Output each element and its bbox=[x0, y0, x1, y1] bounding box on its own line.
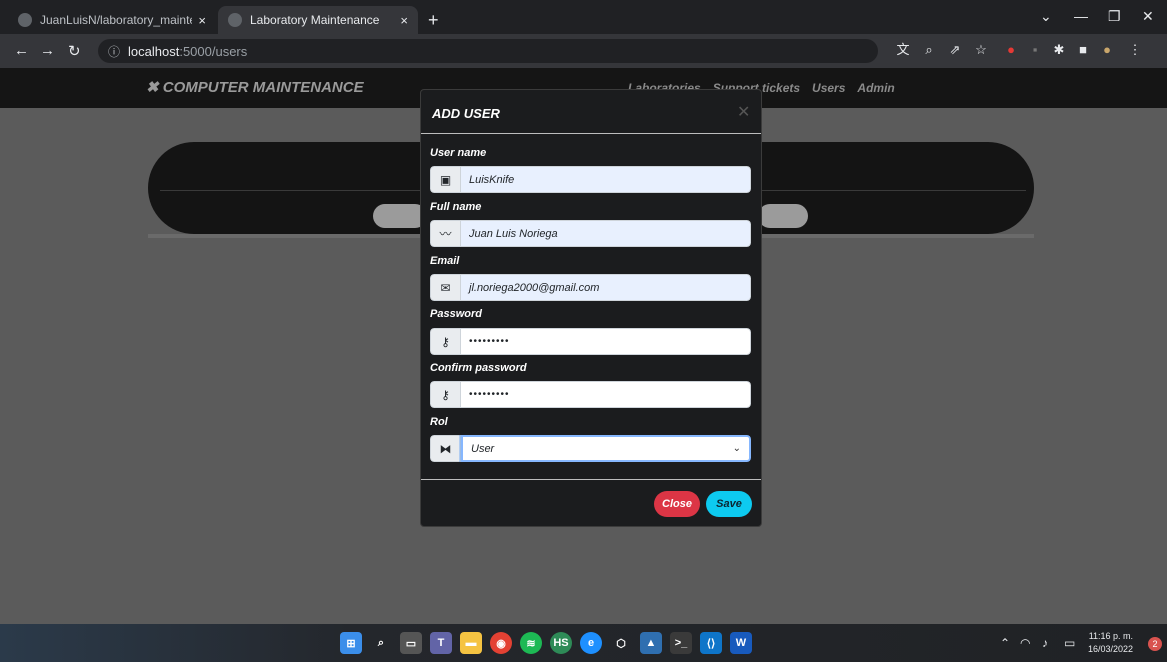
add-user-modal: ADD USER ✕ User name ▣ LuisKnife Full na… bbox=[420, 89, 762, 527]
minimize-icon[interactable]: — bbox=[1074, 8, 1088, 24]
new-tab-button[interactable]: + bbox=[428, 10, 439, 31]
fullname-label: Full name bbox=[430, 201, 482, 213]
close-icon[interactable]: ✕ bbox=[737, 102, 750, 122]
chevron-down-icon: ⌄ bbox=[732, 443, 741, 454]
hs-app-icon[interactable]: HS bbox=[550, 632, 572, 654]
chrome-icon[interactable]: ◉ bbox=[490, 632, 512, 654]
back-icon[interactable]: ← bbox=[14, 42, 29, 59]
reload-icon[interactable]: ↻ bbox=[68, 42, 81, 60]
terminal-icon[interactable]: >_ bbox=[670, 632, 692, 654]
brand-logo[interactable]: ✖ COMPUTER MAINTENANCE bbox=[146, 78, 364, 96]
restore-icon[interactable]: ❐ bbox=[1108, 8, 1121, 25]
username-group: ▣ LuisKnife bbox=[430, 166, 751, 193]
globe-favicon-icon bbox=[228, 13, 242, 27]
fullname-group: 〰 Juan Luis Noriega bbox=[430, 220, 751, 247]
close-button[interactable]: Close bbox=[654, 491, 700, 517]
edge-icon[interactable]: e bbox=[580, 632, 602, 654]
translate-icon[interactable]: 文 bbox=[896, 43, 910, 57]
word-icon[interactable]: W bbox=[730, 632, 752, 654]
username-input[interactable]: LuisKnife bbox=[461, 166, 751, 193]
modal-footer-divider bbox=[421, 479, 761, 480]
sitemap-icon: ⧓ bbox=[430, 435, 461, 462]
spotify-icon[interactable]: ≋ bbox=[520, 632, 542, 654]
vscode-icon[interactable]: ⟨⟩ bbox=[700, 632, 722, 654]
file-explorer-icon[interactable]: ▬ bbox=[460, 632, 482, 654]
password-label: Password bbox=[430, 308, 482, 320]
tab-github[interactable]: JuanLuisN/laboratory_maintenan × bbox=[8, 6, 216, 34]
battery-icon[interactable]: ▭ bbox=[1064, 636, 1075, 650]
tab-search-icon[interactable]: ⌄ bbox=[1040, 8, 1052, 25]
extensions-puzzle-icon[interactable]: ✱ bbox=[1052, 43, 1066, 57]
volume-icon[interactable]: ♪ bbox=[1042, 636, 1048, 650]
extension-icon[interactable]: ▪ bbox=[1028, 43, 1042, 57]
email-group: ✉ jl.noriega2000@gmail.com bbox=[430, 274, 751, 301]
teams-icon[interactable]: T bbox=[430, 632, 452, 654]
tools-icon: ✖ bbox=[146, 79, 163, 96]
tab-close-icon[interactable]: × bbox=[400, 13, 408, 28]
notification-badge[interactable]: 2 bbox=[1148, 637, 1162, 651]
signature-icon: 〰 bbox=[430, 220, 461, 247]
browser-tab-bar: JuanLuisN/laboratory_maintenan × Laborat… bbox=[0, 0, 1167, 34]
bookmark-star-icon[interactable]: ☆ bbox=[974, 43, 988, 57]
email-input[interactable]: jl.noriega2000@gmail.com bbox=[461, 274, 751, 301]
tab-title: Laboratory Maintenance bbox=[250, 13, 380, 27]
nav-users[interactable]: Users bbox=[812, 81, 845, 95]
modal-header: ADD USER ✕ bbox=[421, 90, 761, 134]
share-icon[interactable]: ⇗ bbox=[948, 43, 962, 57]
virtualbox-icon[interactable]: ⬡ bbox=[610, 632, 632, 654]
rol-select[interactable]: User ⌄ bbox=[461, 435, 751, 462]
forward-icon[interactable]: → bbox=[40, 42, 55, 59]
windows-taskbar: ⊞ ⌕ ▭ T ▬ ◉ ≋ HS e ⬡ ▲ >_ ⟨⟩ W ⌃ ◠ ♪ ▭ 1… bbox=[0, 624, 1167, 662]
envelope-icon: ✉ bbox=[430, 274, 461, 301]
wifi-icon[interactable]: ◠ bbox=[1020, 636, 1030, 650]
taskbar-clock[interactable]: 11:16 p. m. 16/03/2022 bbox=[1088, 630, 1133, 656]
url-path: :5000/users bbox=[179, 43, 248, 59]
username-label: User name bbox=[430, 147, 487, 159]
confirm-password-input[interactable]: ••••••••• bbox=[461, 381, 751, 408]
rol-selected-value: User bbox=[471, 442, 495, 455]
tab-close-icon[interactable]: × bbox=[198, 13, 206, 28]
tab-title: JuanLuisN/laboratory_maintenan bbox=[40, 13, 192, 27]
password-group: ⚷ ••••••••• bbox=[430, 328, 751, 355]
github-favicon-icon bbox=[18, 13, 32, 27]
password-input[interactable]: ••••••••• bbox=[461, 328, 751, 355]
zoom-icon[interactable]: ⌕ bbox=[922, 43, 936, 57]
nav-admin[interactable]: Admin bbox=[857, 81, 894, 95]
side-panel-icon[interactable]: ■ bbox=[1076, 43, 1090, 57]
clock-time: 11:16 p. m. bbox=[1088, 631, 1134, 641]
rol-label: Rol bbox=[430, 416, 448, 428]
fullname-input[interactable]: Juan Luis Noriega bbox=[461, 220, 751, 247]
address-bar[interactable]: ⓘ localhost:5000/users bbox=[98, 39, 878, 63]
panel-button-right bbox=[758, 204, 808, 228]
modal-title: ADD USER bbox=[432, 106, 500, 121]
id-card-icon: ▣ bbox=[430, 166, 461, 193]
browser-menu-icon[interactable]: ⋮ bbox=[1128, 43, 1142, 57]
url-host: localhost bbox=[128, 43, 180, 59]
window-close-icon[interactable]: ✕ bbox=[1142, 8, 1154, 25]
task-view-icon[interactable]: ▭ bbox=[400, 632, 422, 654]
rol-group: ⧓ User ⌄ bbox=[430, 435, 751, 462]
key-icon: ⚷ bbox=[430, 381, 461, 408]
extension-adblock-icon[interactable]: ● bbox=[1004, 43, 1018, 57]
key-icon: ⚷ bbox=[430, 328, 461, 355]
site-info-icon[interactable]: ⓘ bbox=[108, 43, 120, 60]
photos-icon[interactable]: ▲ bbox=[640, 632, 662, 654]
search-icon[interactable]: ⌕ bbox=[370, 632, 392, 654]
profile-avatar-icon[interactable]: ● bbox=[1100, 43, 1114, 57]
save-button[interactable]: Save bbox=[706, 491, 752, 517]
email-label: Email bbox=[430, 255, 460, 267]
clock-date: 16/03/2022 bbox=[1088, 644, 1134, 654]
start-icon[interactable]: ⊞ bbox=[340, 632, 362, 654]
tab-laboratory-maintenance[interactable]: Laboratory Maintenance × bbox=[218, 6, 418, 34]
chevron-up-icon[interactable]: ⌃ bbox=[1000, 636, 1010, 650]
confirm-password-label: Confirm password bbox=[430, 362, 527, 374]
panel-button-left bbox=[373, 204, 427, 228]
browser-toolbar: ← → ↻ ⓘ localhost:5000/users 文 ⌕ ⇗ ☆ ● ▪… bbox=[0, 34, 1167, 68]
confirm-password-group: ⚷ ••••••••• bbox=[430, 381, 751, 408]
